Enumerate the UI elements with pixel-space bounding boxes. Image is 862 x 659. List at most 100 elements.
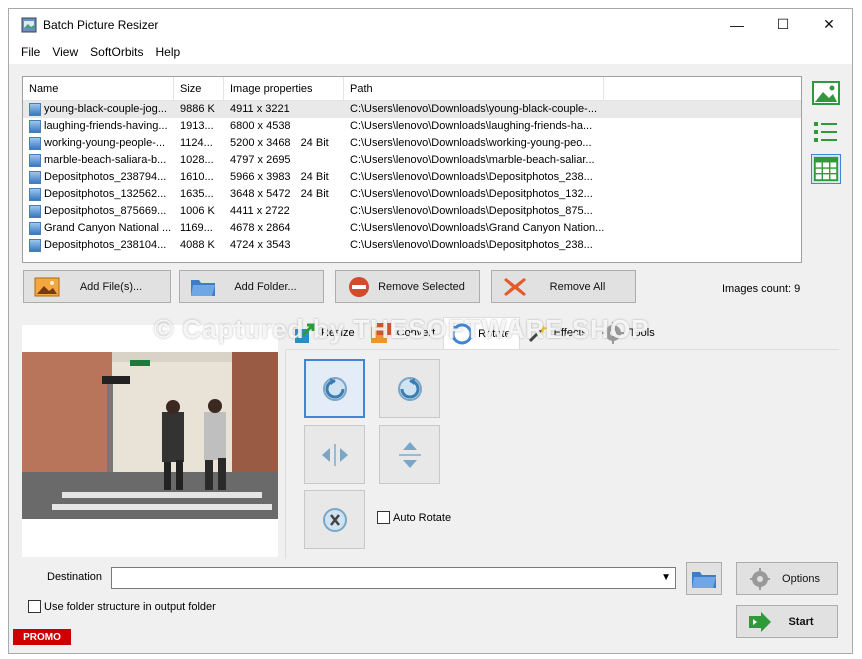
file-name: Depositphotos_875669... (44, 205, 167, 217)
tab-convert[interactable]: Convert (363, 317, 444, 349)
flip-vertical-button[interactable] (379, 425, 440, 484)
image-dimensions: 4911 x 3221 (230, 103, 290, 115)
cell-size: 1635... (180, 188, 214, 200)
rotate-left-button[interactable] (304, 359, 365, 418)
tab-rotate[interactable]: Rotate (443, 317, 520, 349)
cell-size: 1028... (180, 154, 214, 166)
table-row[interactable]: Depositphotos_238794... 1610... 5966 x 398… (23, 169, 801, 186)
file-list-header: Name Size Image properties Path (23, 77, 801, 101)
tab-bar: Resize Convert Rotate Effects Tools (287, 317, 663, 349)
destination-combobox[interactable]: ▼ (111, 567, 676, 589)
image-dimensions: 4724 x 3543 (230, 239, 291, 251)
column-name[interactable]: Name (23, 77, 174, 101)
table-row[interactable]: Depositphotos_875669... 1006 K 4411 x 2722… (23, 203, 801, 220)
start-label: Start (788, 615, 814, 628)
rotate-panel (285, 349, 839, 559)
table-view-icon[interactable] (811, 154, 841, 184)
column-size[interactable]: Size (174, 77, 224, 101)
cell-size: 1006 K (180, 205, 215, 217)
tab-resize-label: Resize (321, 327, 355, 339)
flip-horizontal-button[interactable] (304, 425, 365, 484)
cell-name: young-black-couple-jog... (23, 101, 174, 118)
options-button[interactable]: Options (736, 562, 838, 595)
cell-size: 1169... (180, 222, 213, 234)
reset-rotation-button[interactable] (304, 490, 365, 549)
column-image-properties[interactable]: Image properties (224, 77, 344, 101)
cell-path: C:\Users\lenovo\Downloads\Depositphotos_… (350, 188, 593, 200)
cell-size: 1610... (180, 171, 214, 183)
table-row[interactable]: Depositphotos_238104... 4088 K 4724 x 3543… (23, 237, 801, 254)
column-path[interactable]: Path (344, 77, 604, 101)
menu-help[interactable]: Help (150, 45, 187, 59)
table-row[interactable]: Depositphotos_132562... 1635... 3648 x 547… (23, 186, 801, 203)
tab-rotate-label: Rotate (478, 327, 511, 340)
use-folder-structure-checkbox[interactable] (28, 600, 41, 613)
auto-rotate-label: Auto Rotate (393, 511, 452, 524)
bit-depth: 24 Bit (300, 188, 329, 200)
menu-softorbits[interactable]: SoftOrbits (84, 45, 149, 59)
flip-horizontal-icon (321, 443, 348, 466)
rotate-icon (451, 323, 473, 344)
cell-name: laughing-friends-having... (23, 118, 174, 135)
rotate-right-button[interactable] (379, 359, 440, 418)
image-preview (22, 325, 278, 557)
tab-tools-label: Tools (629, 327, 655, 339)
image-icon (34, 277, 60, 296)
table-row[interactable]: working-young-people-... 1124... 5200 x 34… (23, 135, 801, 152)
options-label: Options (782, 572, 820, 585)
table-row[interactable]: young-black-couple-jog... 9886 K 4911 x 32… (23, 101, 801, 118)
flip-vertical-icon (398, 441, 421, 468)
cell-path: C:\Users\lenovo\Downloads\Grand Canyon N… (350, 222, 604, 234)
folder-icon (191, 279, 215, 296)
cell-image-properties: 6800 x 4538 (224, 118, 344, 135)
remove-selected-label: Remove Selected (378, 280, 465, 293)
table-row[interactable]: laughing-friends-having... 1913... 6800 x … (23, 118, 801, 135)
cell-image-properties: 5200 x 3468 24 Bit (224, 135, 344, 152)
cell-path: C:\Users\lenovo\Downloads\Depositphotos_… (350, 239, 593, 251)
image-dimensions: 3648 x 5472 (230, 188, 291, 200)
cell-path: C:\Users\lenovo\Downloads\working-young-… (350, 137, 592, 149)
add-folder-label: Add Folder... (234, 280, 297, 293)
add-folder-button[interactable]: Add Folder... (179, 270, 324, 303)
remove-selected-button[interactable]: Remove Selected (335, 270, 480, 303)
cancel-rotation-icon (322, 507, 347, 532)
close-button[interactable]: ✕ (806, 9, 852, 40)
table-row[interactable]: marble-beach-saliara-b... 1028... 4797 x 2… (23, 152, 801, 169)
app-window: Batch Picture Resizer — ☐ ✕ File View So… (8, 8, 853, 654)
minimize-button[interactable]: — (714, 9, 760, 40)
file-name: young-black-couple-jog... (44, 103, 167, 115)
promo-badge[interactable]: PROMO (13, 629, 71, 645)
remove-icon (349, 276, 369, 297)
open-folder-icon (692, 571, 716, 588)
start-button[interactable]: Start (736, 605, 838, 638)
auto-rotate-option[interactable]: Auto Rotate (377, 511, 451, 524)
add-files-button[interactable]: Add File(s)... (23, 270, 171, 303)
tab-tools[interactable]: Tools (595, 317, 663, 349)
menu-file[interactable]: File (15, 45, 46, 59)
tab-resize[interactable]: Resize (287, 317, 363, 349)
menu-bar: File View SoftOrbits Help (9, 40, 852, 64)
auto-rotate-checkbox[interactable] (377, 511, 390, 524)
maximize-button[interactable]: ☐ (760, 9, 806, 40)
menu-view[interactable]: View (46, 45, 84, 59)
image-file-icon (29, 205, 41, 218)
file-list[interactable]: Name Size Image properties Path young-bl… (22, 76, 802, 263)
tab-effects[interactable]: Effects (520, 317, 595, 349)
image-dimensions: 4797 x 2695 (230, 154, 291, 166)
cell-name: Grand Canyon National ... (23, 220, 174, 237)
image-dimensions: 4678 x 2864 (230, 222, 291, 234)
image-file-icon (29, 188, 41, 201)
image-dimensions: 6800 x 4538 (230, 120, 291, 132)
gear-icon (750, 567, 770, 590)
remove-all-button[interactable]: Remove All (491, 270, 636, 303)
use-folder-structure-option[interactable]: Use folder structure in output folder (28, 600, 216, 613)
chevron-down-icon[interactable]: ▼ (661, 572, 671, 583)
list-view-icon[interactable] (811, 117, 841, 147)
window-title: Batch Picture Resizer (43, 17, 159, 32)
browse-folder-button[interactable] (686, 562, 722, 595)
cell-image-properties: 5966 x 3983 24 Bit (224, 169, 344, 186)
table-row[interactable]: Grand Canyon National ... 1169... 4678 x 2… (23, 220, 801, 237)
file-name: Depositphotos_238794... (44, 171, 167, 183)
destination-label: Destination (47, 571, 103, 583)
thumbnail-view-icon[interactable] (811, 78, 841, 108)
